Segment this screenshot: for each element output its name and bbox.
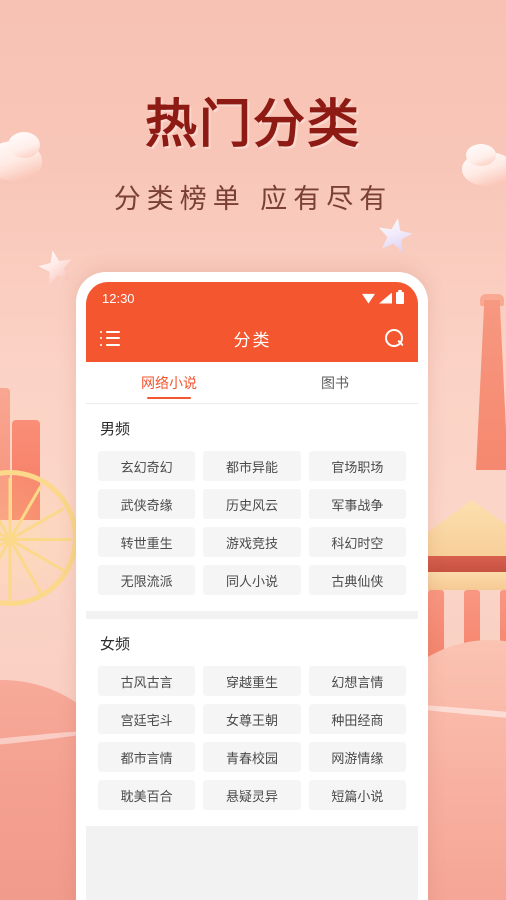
category-chip[interactable]: 宫廷宅斗	[98, 704, 196, 734]
section-title: 男频	[100, 421, 131, 438]
search-icon[interactable]	[385, 328, 404, 348]
wifi-icon	[362, 293, 375, 304]
category-chip[interactable]: 短篇小说	[308, 780, 406, 810]
category-chip[interactable]: 耽美百合	[98, 780, 196, 810]
app-navbar: 分类	[86, 314, 418, 362]
section-title: 女频	[100, 636, 131, 653]
phone-mockup: 12:30 分类 网络小说 图书 男频 玄幻奇幻 都市异能 官场职场 武侠奇缘 …	[76, 272, 428, 900]
battery-icon	[396, 290, 404, 304]
category-chip[interactable]: 穿越重生	[203, 666, 301, 696]
category-chip[interactable]: 都市言情	[98, 742, 196, 772]
category-chip[interactable]: 无限流派	[98, 565, 196, 595]
signal-icon	[379, 292, 392, 304]
ferris-wheel-icon	[0, 470, 78, 606]
poster-subheadline: 分类榜单 应有尽有	[113, 184, 393, 215]
category-content[interactable]: 男频 玄幻奇幻 都市异能 官场职场 武侠奇缘 历史风云 军事战争 转世重生 游戏…	[86, 404, 418, 900]
category-chip[interactable]: 武侠奇缘	[98, 489, 196, 519]
category-chip[interactable]: 同人小说	[203, 565, 301, 595]
tab-active-underline	[147, 397, 191, 399]
category-chip[interactable]: 网游情缘	[308, 742, 406, 772]
category-grid: 玄幻奇幻 都市异能 官场职场 武侠奇缘 历史风云 军事战争 转世重生 游戏竞技 …	[98, 451, 406, 595]
category-chip[interactable]: 青春校园	[203, 742, 301, 772]
star-decoration-right	[375, 215, 414, 254]
content-filler	[86, 834, 418, 900]
category-chip[interactable]: 玄幻奇幻	[98, 451, 196, 481]
category-chip[interactable]: 古风古言	[98, 666, 196, 696]
status-bar: 12:30	[86, 282, 418, 314]
tab-books[interactable]: 图书	[252, 362, 418, 403]
category-chip[interactable]: 种田经商	[308, 704, 406, 734]
star-decoration-left	[36, 247, 76, 287]
tab-web-novels[interactable]: 网络小说	[86, 362, 252, 403]
phone-screen: 12:30 分类 网络小说 图书 男频 玄幻奇幻 都市异能 官场职场 武侠奇缘 …	[86, 282, 418, 900]
category-tabs: 网络小说 图书	[86, 362, 418, 404]
category-chip[interactable]: 军事战争	[308, 489, 406, 519]
tab-label: 图书	[321, 374, 349, 391]
page-title: 分类	[233, 330, 272, 350]
category-chip[interactable]: 官场职场	[308, 451, 406, 481]
category-chip[interactable]: 转世重生	[98, 527, 196, 557]
category-chip[interactable]: 游戏竞技	[203, 527, 301, 557]
category-grid: 古风古言 穿越重生 幻想言情 宫廷宅斗 女尊王朝 种田经商 都市言情 青春校园 …	[98, 666, 406, 810]
tower-icon	[476, 300, 506, 470]
category-chip[interactable]: 科幻时空	[308, 527, 406, 557]
category-chip[interactable]: 悬疑灵异	[203, 780, 301, 810]
tab-label: 网络小说	[141, 374, 197, 391]
status-bar-time: 12:30	[102, 290, 135, 306]
category-chip[interactable]: 幻想言情	[308, 666, 406, 696]
category-chip[interactable]: 古典仙侠	[308, 565, 406, 595]
section-female-channel: 女频 古风古言 穿越重生 幻想言情 宫廷宅斗 女尊王朝 种田经商 都市言情 青春…	[86, 619, 418, 826]
category-chip[interactable]: 女尊王朝	[203, 704, 301, 734]
category-chip[interactable]: 历史风云	[203, 489, 301, 519]
list-icon[interactable]	[100, 330, 120, 346]
status-bar-icons	[362, 290, 404, 304]
category-chip[interactable]: 都市异能	[203, 451, 301, 481]
section-male-channel: 男频 玄幻奇幻 都市异能 官场职场 武侠奇缘 历史风云 军事战争 转世重生 游戏…	[86, 404, 418, 611]
poster-headline-group: 热门分类 分类榜单 应有尽有	[0, 82, 506, 216]
poster-headline: 热门分类	[144, 95, 361, 155]
